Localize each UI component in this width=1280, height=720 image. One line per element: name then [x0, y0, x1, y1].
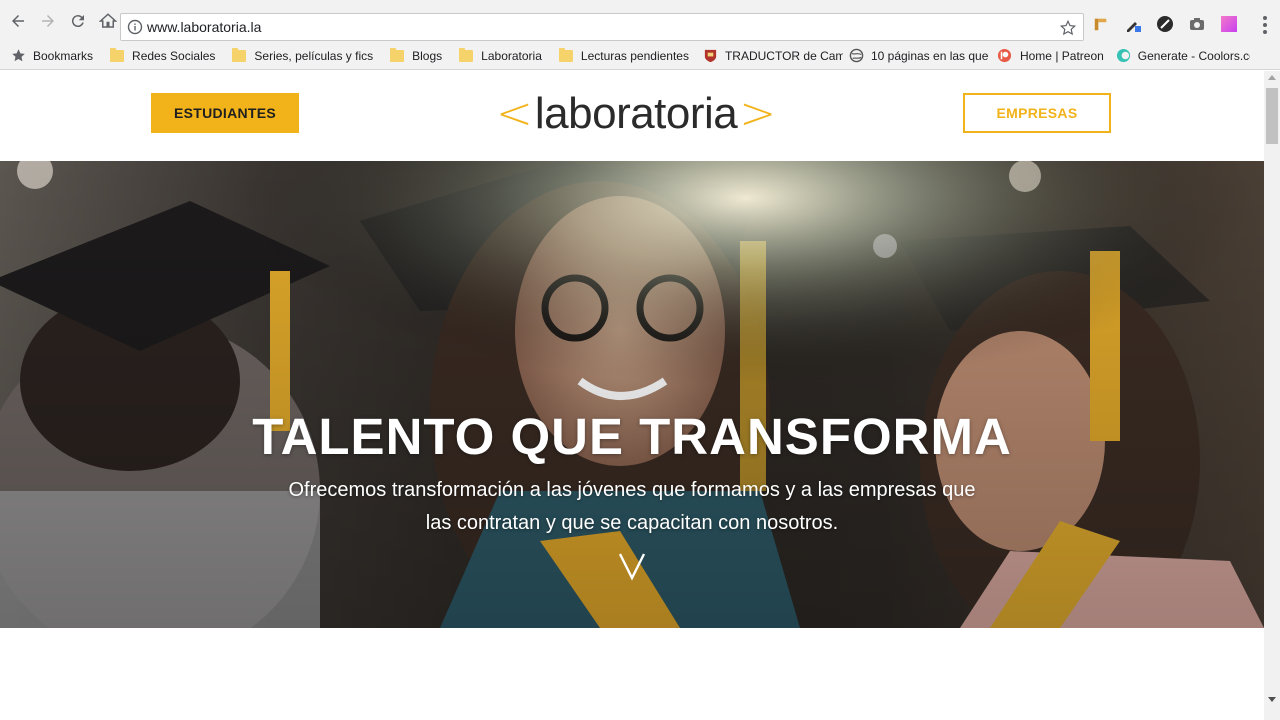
logo-left-bracket: < — [496, 88, 533, 139]
info-icon[interactable] — [127, 19, 143, 35]
eyedropper-icon[interactable] — [1124, 15, 1142, 33]
scroll-down-arrow-icon[interactable] — [1268, 697, 1276, 702]
coolors-icon — [1116, 48, 1131, 64]
site-header: ESTUDIANTES < laboratoria > EMPRESAS — [0, 71, 1264, 161]
scrollbar-thumb[interactable] — [1266, 88, 1278, 144]
bookmark-item[interactable]: Laboratoria — [452, 44, 548, 68]
bookmark-item[interactable]: TRADUCTOR de Cam — [697, 44, 843, 68]
bookmark-star-icon[interactable] — [1059, 19, 1077, 37]
bookmark-label: Redes Sociales — [132, 48, 216, 63]
folder-icon — [389, 47, 405, 64]
bookmark-item[interactable]: Bookmarks — [0, 44, 99, 68]
address-bar[interactable]: www.laboratoria.la — [120, 13, 1084, 41]
bookmarks-bar: Bookmarks Redes Sociales Series, películ… — [0, 42, 1280, 70]
bookmark-label: Blogs — [412, 48, 443, 63]
bookmark-item[interactable]: Generate - Coolors.co — [1110, 44, 1250, 68]
scroll-down-chevron-icon[interactable] — [617, 551, 647, 581]
globe-icon — [849, 48, 864, 64]
patreon-icon — [997, 48, 1013, 64]
bookmark-label: Generate - Coolors.co — [1137, 48, 1250, 63]
companies-button[interactable]: EMPRESAS — [963, 93, 1111, 133]
bookmark-item[interactable]: 10 páginas en las que — [843, 44, 991, 68]
bookmark-item[interactable]: Home | Patreon — [991, 44, 1110, 68]
bookmark-label: TRADUCTOR de Cam — [724, 48, 843, 63]
bookmark-label: Lecturas pendientes — [580, 48, 689, 63]
hero-subtitle: Ofrecemos transformación a las jóvenes q… — [240, 474, 1024, 540]
bookmark-item[interactable]: Blogs — [383, 44, 448, 68]
url-text[interactable]: www.laboratoria.la — [147, 19, 261, 35]
hero-title: TALENTO QUE TRANSFORMA — [252, 408, 1012, 465]
browser-toolbar: www.laboratoria.la — [0, 0, 1280, 42]
scrollbar[interactable] — [1264, 71, 1280, 720]
forward-icon[interactable] — [34, 7, 62, 35]
adblock-icon[interactable] — [1156, 15, 1174, 33]
extension-icon[interactable] — [1092, 15, 1110, 33]
back-icon[interactable] — [4, 7, 32, 35]
reload-icon[interactable] — [64, 7, 92, 35]
bookmark-item[interactable]: Lecturas pendientes — [552, 44, 695, 68]
camera-icon[interactable] — [1188, 15, 1206, 33]
folder-icon — [109, 47, 125, 64]
extensions — [1092, 15, 1252, 33]
bookmark-label: Bookmarks — [33, 48, 94, 63]
web-page: ESTUDIANTES < laboratoria > EMPRESAS TAL… — [0, 71, 1264, 720]
star-icon — [10, 48, 26, 64]
laboratoria-logo[interactable]: < laboratoria > — [496, 89, 776, 139]
menu-icon[interactable] — [1262, 16, 1268, 34]
logo-right-bracket: > — [739, 88, 777, 139]
bookmark-label: 10 páginas en las que — [870, 48, 989, 63]
folder-icon — [231, 47, 247, 64]
shield-icon — [703, 48, 718, 64]
hero-banner: TALENTO QUE TRANSFORMA Ofrecemos transfo… — [0, 161, 1264, 628]
logo-text: laboratoria — [534, 89, 738, 138]
folder-icon — [458, 47, 474, 64]
students-button[interactable]: ESTUDIANTES — [151, 93, 299, 133]
bookmark-item[interactable]: Series, películas y fics — [225, 44, 379, 68]
hero-subtitle-line: las contratan y que se capacitan con nos… — [425, 512, 839, 534]
bookmark-label: Home | Patreon — [1019, 48, 1104, 63]
color-picker-icon[interactable] — [1220, 15, 1238, 33]
bookmark-label: Laboratoria — [481, 48, 542, 63]
home-icon[interactable] — [94, 7, 122, 35]
hero-subtitle-line: Ofrecemos transformación a las jóvenes q… — [288, 479, 976, 501]
bookmark-item[interactable]: Redes Sociales — [103, 44, 221, 68]
bookmark-label: Series, películas y fics — [254, 48, 374, 63]
folder-icon — [558, 47, 574, 64]
scroll-up-arrow-icon[interactable] — [1268, 75, 1276, 80]
